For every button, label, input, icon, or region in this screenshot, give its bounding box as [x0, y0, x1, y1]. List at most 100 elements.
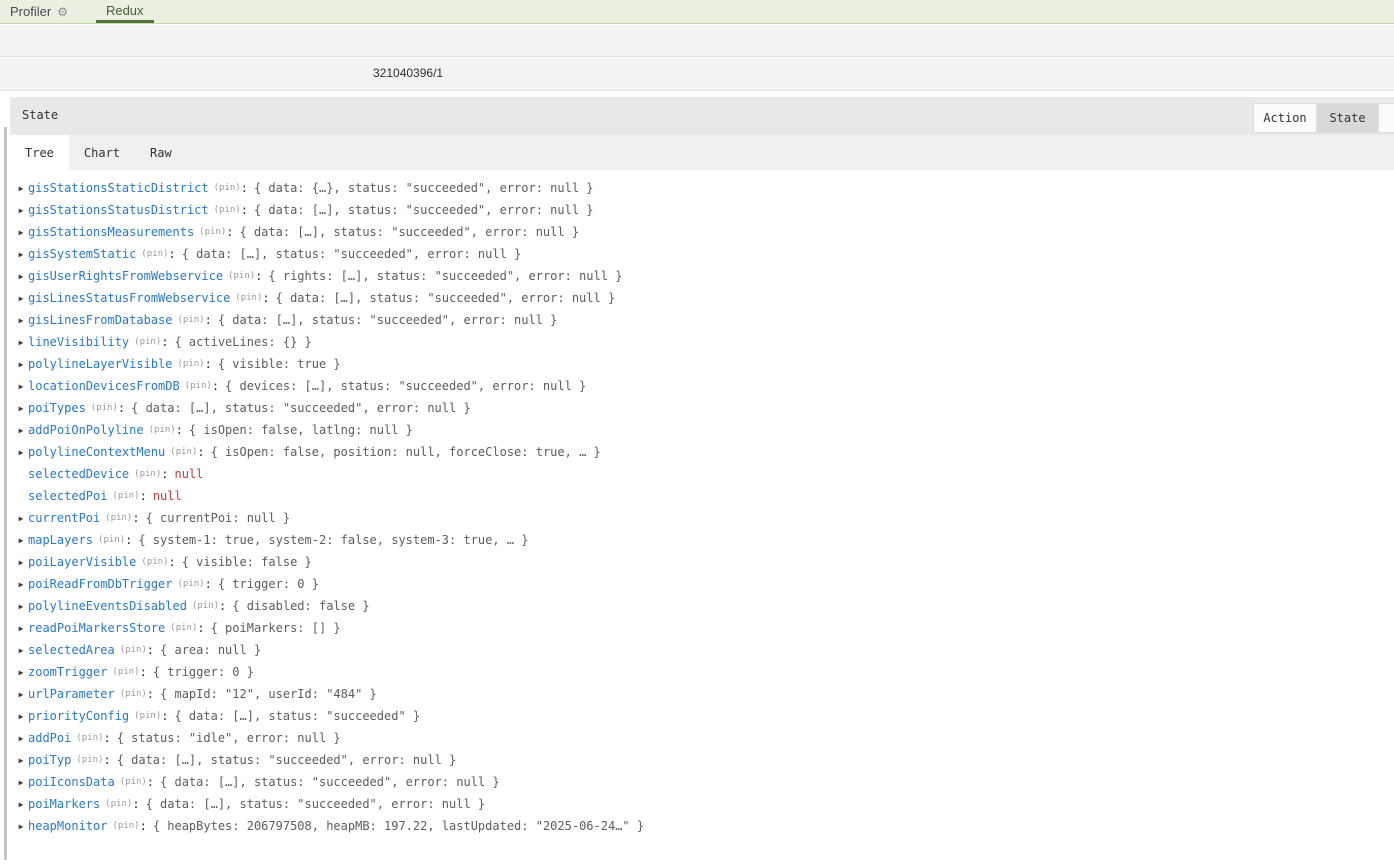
tree-row[interactable]: ▶mapLayers(pin):{ system-1: true, system… — [10, 529, 1394, 551]
expand-arrow-icon[interactable]: ▶ — [14, 184, 28, 193]
expand-arrow-icon[interactable]: ▶ — [14, 602, 28, 611]
expand-arrow-icon[interactable]: ▶ — [14, 272, 28, 281]
pin-link[interactable]: (pin) — [149, 425, 176, 435]
tree-row[interactable]: ▶heapMonitor(pin):{ heapBytes: 206797508… — [10, 815, 1394, 837]
pin-link[interactable]: (pin) — [170, 623, 197, 633]
state-key[interactable]: poiLayerVisible — [28, 555, 136, 569]
pin-link[interactable]: (pin) — [105, 799, 132, 809]
tree-row[interactable]: ▶addPoi(pin):{ status: "idle", error: nu… — [10, 727, 1394, 749]
pin-link[interactable]: (pin) — [134, 337, 161, 347]
pin-link[interactable]: (pin) — [228, 271, 255, 281]
expand-arrow-icon[interactable]: ▶ — [14, 426, 28, 435]
state-key[interactable]: gisLinesStatusFromWebservice — [28, 291, 230, 305]
state-key[interactable]: gisStationsMeasurements — [28, 225, 194, 239]
state-key[interactable]: poiMarkers — [28, 797, 100, 811]
view-tab-tree[interactable]: Tree — [10, 135, 69, 170]
state-key[interactable]: polylineContextMenu — [28, 445, 165, 459]
expand-arrow-icon[interactable]: ▶ — [14, 646, 28, 655]
tree-row[interactable]: ▶zoomTrigger(pin):{ trigger: 0 } — [10, 661, 1394, 683]
pin-link[interactable]: (pin) — [134, 711, 161, 721]
tree-row[interactable]: ▶poiIconsData(pin):{ data: […], status: … — [10, 771, 1394, 793]
expand-arrow-icon[interactable]: ▶ — [14, 536, 28, 545]
state-key[interactable]: polylineEventsDisabled — [28, 599, 187, 613]
state-key[interactable]: addPoiOnPolyline — [28, 423, 144, 437]
pin-link[interactable]: (pin) — [141, 249, 168, 259]
expand-arrow-icon[interactable]: ▶ — [14, 734, 28, 743]
tree-row[interactable]: ▶polylineContextMenu(pin):{ isOpen: fals… — [10, 441, 1394, 463]
state-key[interactable]: readPoiMarkersStore — [28, 621, 165, 635]
state-key[interactable]: zoomTrigger — [28, 665, 107, 679]
state-key[interactable]: poiIconsData — [28, 775, 115, 789]
mode-button-state[interactable]: State — [1316, 104, 1378, 132]
expand-arrow-icon[interactable]: ▶ — [14, 558, 28, 567]
state-key[interactable]: gisSystemStatic — [28, 247, 136, 261]
pin-link[interactable]: (pin) — [178, 359, 205, 369]
expand-arrow-icon[interactable]: ▶ — [14, 250, 28, 259]
mode-button-action[interactable]: Action — [1254, 104, 1316, 132]
tree-row[interactable]: ▶gisStationsStaticDistrict(pin):{ data: … — [10, 177, 1394, 199]
state-key[interactable]: gisStationsStatusDistrict — [28, 203, 209, 217]
pin-link[interactable]: (pin) — [120, 777, 147, 787]
state-key[interactable]: lineVisibility — [28, 335, 129, 349]
expand-arrow-icon[interactable]: ▶ — [14, 360, 28, 369]
expand-arrow-icon[interactable]: ▶ — [14, 382, 28, 391]
mode-button-diff[interactable]: Diff — [1378, 104, 1394, 132]
tree-row[interactable]: ▶urlParameter(pin):{ mapId: "12", userId… — [10, 683, 1394, 705]
expand-arrow-icon[interactable]: ▶ — [14, 712, 28, 721]
tree-row[interactable]: ▶lineVisibility(pin):{ activeLines: {} } — [10, 331, 1394, 353]
expand-arrow-icon[interactable]: ▶ — [14, 756, 28, 765]
pin-link[interactable]: (pin) — [112, 667, 139, 677]
pin-link[interactable]: (pin) — [76, 755, 103, 765]
state-key[interactable]: gisUserRightsFromWebservice — [28, 269, 223, 283]
state-key[interactable]: poiReadFromDbTrigger — [28, 577, 173, 591]
expand-arrow-icon[interactable]: ▶ — [14, 316, 28, 325]
state-key[interactable]: mapLayers — [28, 533, 93, 547]
tree-row[interactable]: ▶priorityConfig(pin):{ data: […], status… — [10, 705, 1394, 727]
view-tab-raw[interactable]: Raw — [135, 135, 187, 170]
expand-arrow-icon[interactable]: ▶ — [14, 206, 28, 215]
state-key[interactable]: urlParameter — [28, 687, 115, 701]
pin-link[interactable]: (pin) — [192, 601, 219, 611]
tree-row[interactable]: ▶selectedPoi(pin):null — [10, 485, 1394, 507]
tree-row[interactable]: ▶gisUserRightsFromWebservice(pin):{ righ… — [10, 265, 1394, 287]
tree-row[interactable]: ▶gisLinesStatusFromWebservice(pin):{ dat… — [10, 287, 1394, 309]
expand-arrow-icon[interactable]: ▶ — [14, 690, 28, 699]
tree-row[interactable]: ▶polylineLayerVisible(pin):{ visible: tr… — [10, 353, 1394, 375]
tree-row[interactable]: ▶poiMarkers(pin):{ data: […], status: "s… — [10, 793, 1394, 815]
view-tab-chart[interactable]: Chart — [69, 135, 135, 170]
state-key[interactable]: selectedArea — [28, 643, 115, 657]
expand-arrow-icon[interactable]: ▶ — [14, 624, 28, 633]
expand-arrow-icon[interactable]: ▶ — [14, 822, 28, 831]
state-key[interactable]: poiTyp — [28, 753, 71, 767]
pin-link[interactable]: (pin) — [120, 689, 147, 699]
pin-link[interactable]: (pin) — [120, 645, 147, 655]
tree-row[interactable]: ▶selectedDevice(pin):null — [10, 463, 1394, 485]
state-key[interactable]: priorityConfig — [28, 709, 129, 723]
state-key[interactable]: heapMonitor — [28, 819, 107, 833]
pin-link[interactable]: (pin) — [141, 557, 168, 567]
pin-link[interactable]: (pin) — [178, 315, 205, 325]
state-key[interactable]: gisStationsStaticDistrict — [28, 181, 209, 195]
tree-row[interactable]: ▶gisLinesFromDatabase(pin):{ data: […], … — [10, 309, 1394, 331]
expand-arrow-icon[interactable]: ▶ — [14, 778, 28, 787]
tab-profiler[interactable]: Profiler ⚙ — [0, 0, 78, 23]
state-key[interactable]: addPoi — [28, 731, 71, 745]
pin-link[interactable]: (pin) — [98, 535, 125, 545]
tree-row[interactable]: ▶selectedArea(pin):{ area: null } — [10, 639, 1394, 661]
tree-row[interactable]: ▶polylineEventsDisabled(pin):{ disabled:… — [10, 595, 1394, 617]
expand-arrow-icon[interactable]: ▶ — [14, 404, 28, 413]
pin-link[interactable]: (pin) — [214, 183, 241, 193]
pin-link[interactable]: (pin) — [76, 733, 103, 743]
state-key[interactable]: selectedDevice — [28, 467, 129, 481]
pin-link[interactable]: (pin) — [214, 205, 241, 215]
action-list-scrollbar[interactable] — [4, 127, 7, 860]
state-key[interactable]: gisLinesFromDatabase — [28, 313, 173, 327]
pin-link[interactable]: (pin) — [91, 403, 118, 413]
expand-arrow-icon[interactable]: ▶ — [14, 448, 28, 457]
state-key[interactable]: poiTypes — [28, 401, 86, 415]
state-key[interactable]: locationDevicesFromDB — [28, 379, 180, 393]
tree-row[interactable]: ▶gisStationsMeasurements(pin):{ data: […… — [10, 221, 1394, 243]
pin-link[interactable]: (pin) — [178, 579, 205, 589]
tree-row[interactable]: ▶currentPoi(pin):{ currentPoi: null } — [10, 507, 1394, 529]
tree-row[interactable]: ▶readPoiMarkersStore(pin):{ poiMarkers: … — [10, 617, 1394, 639]
